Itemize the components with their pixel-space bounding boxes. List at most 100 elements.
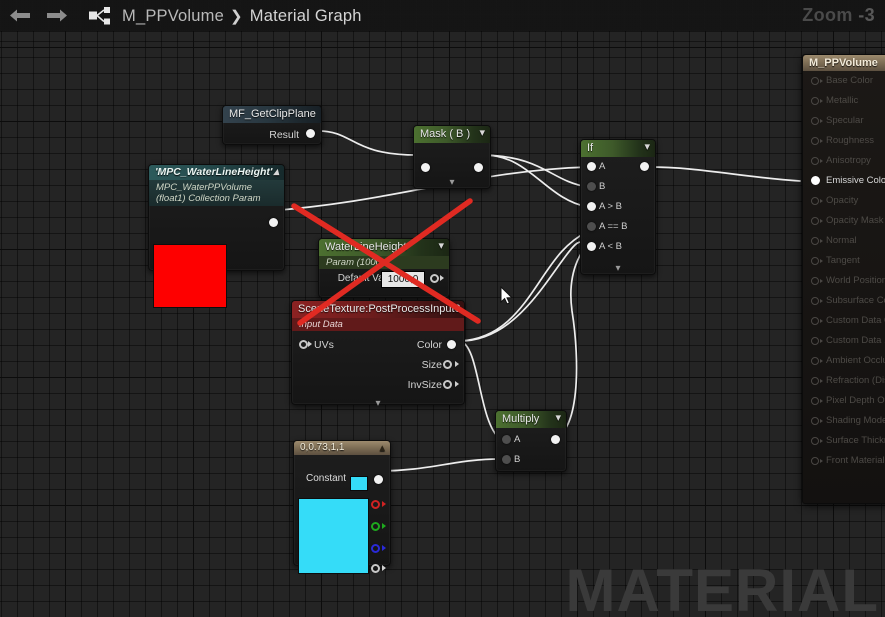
material-pin-pixel-depth-offs[interactable]: Pixel Depth Offs: [803, 391, 885, 411]
input-pin-a[interactable]: [587, 162, 596, 171]
constant-color-swatch-small[interactable]: [350, 476, 368, 491]
pin-dot-icon[interactable]: [811, 457, 819, 465]
node-mf-getclipplane[interactable]: MF_GetClipPlane Result: [222, 105, 322, 145]
pin-dot-icon[interactable]: [811, 297, 819, 305]
pin-arrow-icon: [820, 79, 823, 83]
material-pin-label: Opacity Mask: [826, 215, 884, 226]
material-pin-opacity[interactable]: Opacity: [803, 191, 885, 211]
pin-dot-icon[interactable]: [811, 277, 819, 285]
input-pin-b[interactable]: [502, 455, 511, 464]
material-pin-emissive-color[interactable]: Emissive Color: [803, 171, 885, 191]
pin-dot-icon[interactable]: [811, 317, 819, 325]
pin-dot-icon[interactable]: [811, 257, 819, 265]
input-pin-b[interactable]: [587, 182, 596, 191]
input-pin-a-greater-b[interactable]: [587, 202, 596, 211]
output-pin[interactable]: [269, 218, 278, 227]
pin-dot-icon[interactable]: [811, 157, 819, 165]
material-pin-base-color[interactable]: Base Color: [803, 71, 885, 91]
material-pin-metallic[interactable]: Metallic: [803, 91, 885, 111]
material-pin-surface-thickne[interactable]: Surface Thickne: [803, 431, 885, 451]
chevron-down-icon[interactable]: ▾: [479, 126, 485, 143]
material-graph-icon: [88, 6, 112, 26]
pin-dot-icon[interactable]: [811, 437, 819, 445]
output-pin-result[interactable]: [306, 129, 315, 138]
output-pin[interactable]: [474, 163, 483, 172]
input-pin-a[interactable]: [502, 435, 511, 444]
material-pin-custom-data-1[interactable]: Custom Data 1: [803, 331, 885, 351]
material-pin-opacity-mask[interactable]: Opacity Mask: [803, 211, 885, 231]
chevron-up-icon[interactable]: ▴: [273, 165, 279, 180]
pin-dot-icon[interactable]: [811, 337, 819, 345]
node-title: SceneTexture:PostProcessInput0: [298, 303, 461, 315]
pin-dot-icon[interactable]: [811, 77, 819, 85]
material-pin-label: Ambient Occlus: [826, 355, 885, 366]
material-pin-refraction-disa[interactable]: Refraction (Disa: [803, 371, 885, 391]
material-pin-ambient-occlus[interactable]: Ambient Occlus: [803, 351, 885, 371]
material-pin-anisotropy[interactable]: Anisotropy: [803, 151, 885, 171]
node-expand-chevron-icon[interactable]: ▾: [292, 399, 464, 409]
pin-dot-icon[interactable]: [811, 417, 819, 425]
material-pin-front-material[interactable]: Front Material: [803, 451, 885, 471]
output-pin[interactable]: [640, 162, 649, 171]
chevron-up-icon[interactable]: ▴: [379, 441, 385, 455]
pin-dot-icon[interactable]: [811, 176, 820, 185]
input-pin-a-equals-b[interactable]: [587, 222, 596, 231]
parameter-color-swatch: [153, 244, 227, 308]
chevron-down-icon[interactable]: ▾: [438, 239, 444, 256]
material-pin-subsurface-col[interactable]: Subsurface Col: [803, 291, 885, 311]
node-waterlineheight-param[interactable]: WaterLineHeight ▾ Param (1000) Default V…: [318, 238, 450, 298]
pin-label-size: Size: [421, 359, 442, 371]
pin-dot-icon[interactable]: [811, 117, 819, 125]
node-expand-chevron-icon[interactable]: ▾: [414, 178, 490, 188]
node-multiply[interactable]: Multiply ▾ A B: [495, 410, 567, 472]
material-output-header: M_PPVolume: [803, 55, 885, 71]
input-pin-a[interactable]: [421, 163, 430, 172]
output-pin-a[interactable]: [371, 564, 380, 573]
material-pin-specular[interactable]: Specular: [803, 111, 885, 131]
pin-dot-icon[interactable]: [811, 377, 819, 385]
node-mpc-waterlineheight[interactable]: 'MPC_WaterLineHeight' ▴ MPC_WaterPPVolum…: [148, 164, 285, 308]
pin-dot-icon[interactable]: [811, 197, 819, 205]
material-pin-world-position[interactable]: World Position: [803, 271, 885, 291]
output-pin-rgba[interactable]: [374, 475, 383, 484]
node-scenetexture-postprocessinput0[interactable]: SceneTexture:PostProcessInput0 ▾ Input D…: [291, 300, 465, 409]
node-header: Multiply ▾: [496, 411, 566, 428]
chevron-down-icon[interactable]: ▾: [453, 301, 459, 318]
pin-dot-icon[interactable]: [811, 357, 819, 365]
output-pin-r[interactable]: [371, 500, 380, 509]
output-pin-g[interactable]: [371, 522, 380, 531]
node-expand-chevron-icon[interactable]: ▾: [581, 264, 655, 274]
node-body: UVs Color Size InvSize ▾: [292, 331, 464, 409]
output-pin-size[interactable]: [443, 360, 452, 369]
pin-dot-icon[interactable]: [811, 397, 819, 405]
material-pin-shading-model[interactable]: Shading Model: [803, 411, 885, 431]
node-constant-vector4[interactable]: 0,0.73,1,1 ▴ Constant: [293, 440, 391, 574]
mouse-cursor: [500, 286, 513, 305]
default-value-input[interactable]: 1000,0: [381, 271, 425, 288]
node-body: ▾: [414, 143, 490, 188]
chevron-down-icon[interactable]: ▾: [555, 411, 561, 428]
pin-dot-icon[interactable]: [811, 217, 819, 225]
pin-arrow-icon: [820, 219, 823, 223]
material-pin-normal[interactable]: Normal: [803, 231, 885, 251]
back-arrow-icon[interactable]: [8, 7, 32, 24]
chevron-down-icon[interactable]: ▾: [644, 140, 650, 157]
pin-dot-icon[interactable]: [811, 237, 819, 245]
input-pin-a-less-b[interactable]: [587, 242, 596, 251]
output-pin-color[interactable]: [447, 340, 456, 349]
output-pin-invsize[interactable]: [443, 380, 452, 389]
pin-dot-icon[interactable]: [811, 137, 819, 145]
output-pin-b[interactable]: [371, 544, 380, 553]
output-pin[interactable]: [430, 274, 439, 283]
material-output-node[interactable]: M_PPVolume Base Color Metallic Specular Rou…: [802, 54, 885, 504]
node-mask-b[interactable]: Mask ( B ) ▾ ▾: [413, 125, 491, 189]
breadcrumb-asset[interactable]: M_PPVolume: [122, 7, 224, 25]
forward-arrow-icon[interactable]: [45, 7, 69, 24]
material-pin-custom-data-0[interactable]: Custom Data 0: [803, 311, 885, 331]
material-graph-canvas[interactable]: MATERIAL MF_GetClipPlane Result Mask (B…: [0, 31, 885, 617]
output-pin[interactable]: [551, 435, 560, 444]
pin-dot-icon[interactable]: [811, 97, 819, 105]
node-if[interactable]: If ▾ A B A > B A == B A < B ▾: [580, 139, 656, 275]
material-pin-tangent[interactable]: Tangent: [803, 251, 885, 271]
material-pin-roughness[interactable]: Roughness: [803, 131, 885, 151]
